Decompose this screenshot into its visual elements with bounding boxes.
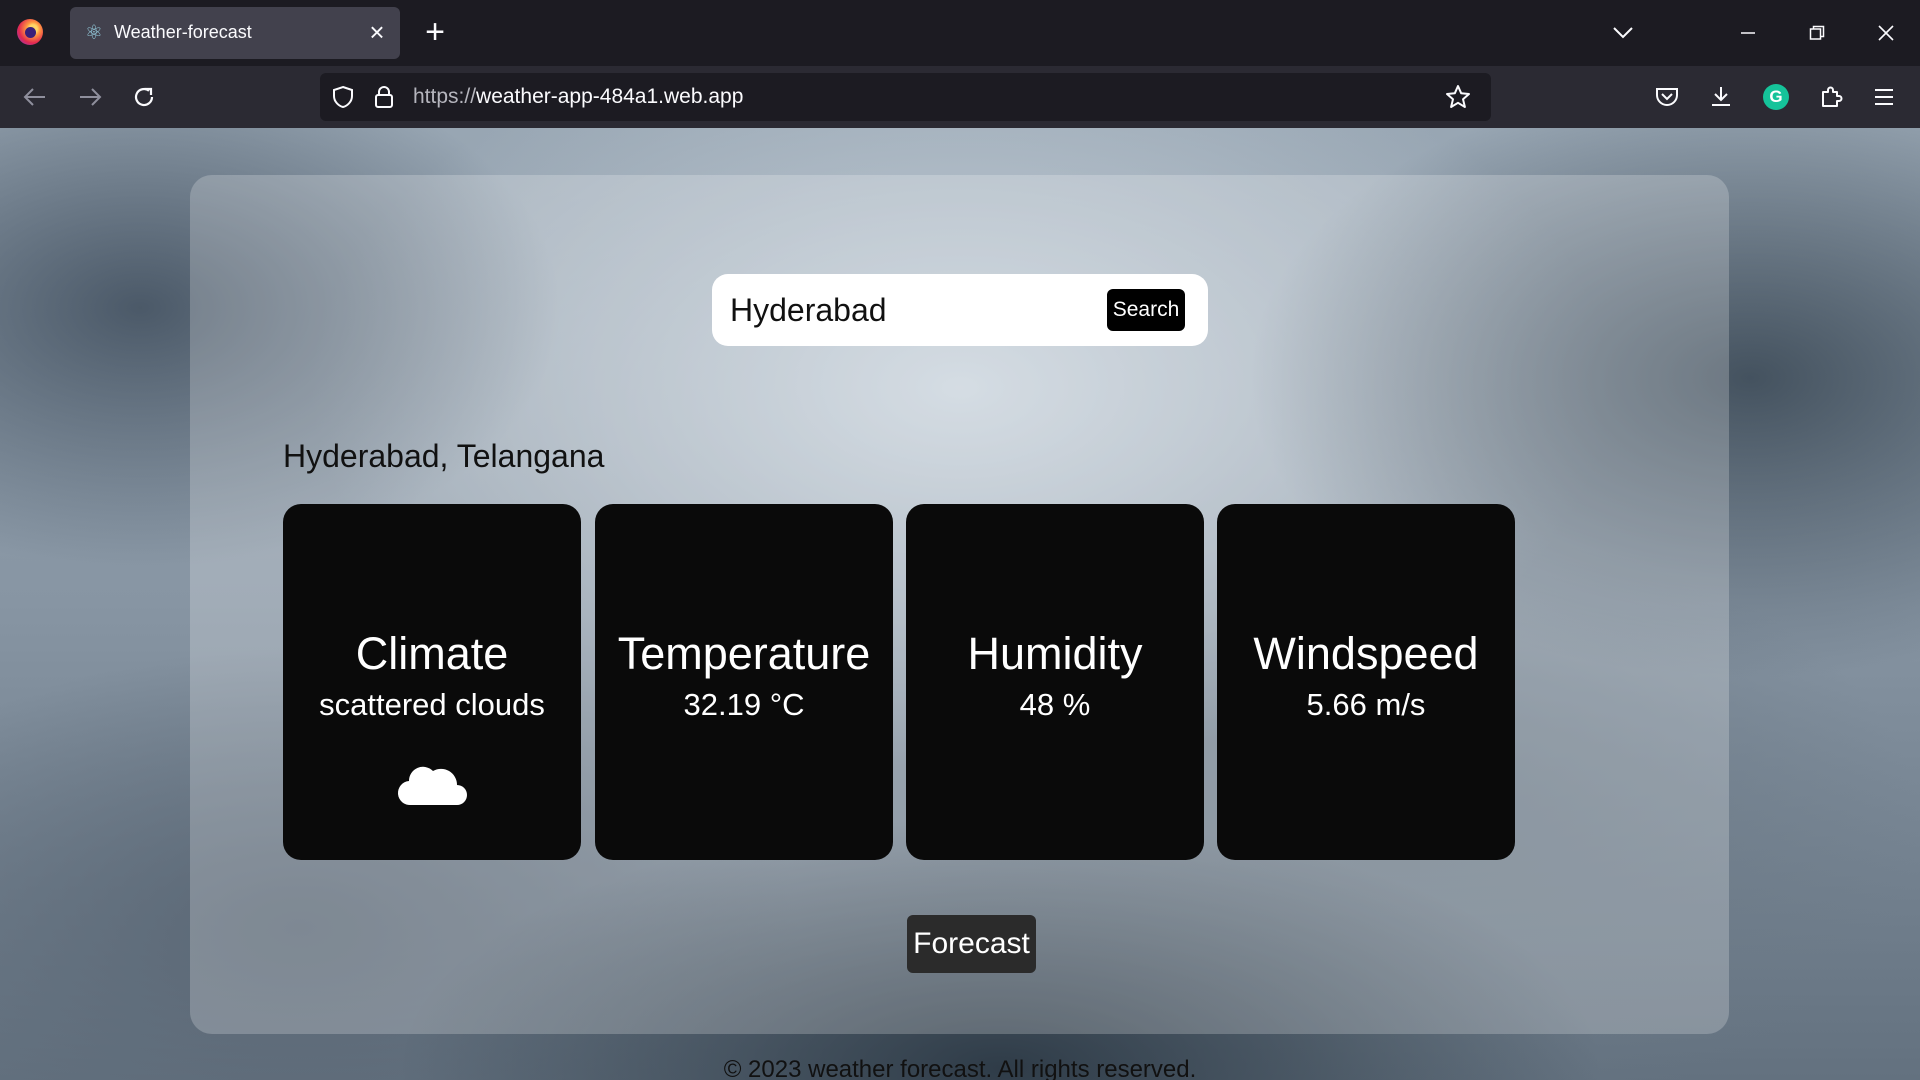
card-title: Humidity	[967, 628, 1143, 679]
address-bar[interactable]: https://weather-app-484a1.web.app	[320, 73, 1491, 121]
minimize-icon[interactable]	[1725, 10, 1771, 56]
card-value: 48 %	[1019, 687, 1091, 722]
restore-icon[interactable]	[1794, 10, 1840, 56]
firefox-logo-icon[interactable]	[17, 19, 43, 45]
temperature-card: Temperature 32.19 °C	[595, 504, 893, 860]
card-value: scattered clouds	[319, 687, 545, 722]
download-icon[interactable]	[1701, 77, 1741, 117]
card-value: 5.66 m/s	[1306, 687, 1426, 722]
footer-text: © 2023 weather forecast. All rights rese…	[723, 1056, 1197, 1080]
forward-arrow-icon[interactable]	[70, 77, 110, 117]
back-arrow-icon[interactable]	[15, 77, 55, 117]
card-title: Windspeed	[1253, 628, 1479, 679]
react-icon: ⚛	[85, 22, 103, 44]
card-title: Climate	[355, 628, 509, 679]
cloud-icon	[397, 766, 467, 806]
card-value: 32.19 °C	[683, 687, 805, 722]
location-heading: Hyderabad, Telangana	[283, 438, 605, 474]
reload-icon[interactable]	[124, 77, 164, 117]
climate-card: Climate scattered clouds	[283, 504, 581, 860]
puzzle-icon[interactable]	[1811, 77, 1851, 117]
lock-icon[interactable]	[369, 82, 399, 112]
tab-title: Weather-forecast	[114, 22, 252, 42]
search-box: Search	[712, 274, 1208, 346]
page-background: Search Hyderabad, Telangana Climate scat…	[0, 128, 1920, 1080]
star-icon[interactable]	[1443, 82, 1473, 112]
window-close-icon[interactable]	[1863, 10, 1909, 56]
browser-toolbar: https://weather-app-484a1.web.app G	[0, 66, 1920, 129]
grammarly-icon[interactable]: G	[1756, 77, 1796, 117]
humidity-card: Humidity 48 %	[906, 504, 1204, 860]
chevron-down-icon[interactable]	[1600, 10, 1646, 56]
card-title: Temperature	[617, 628, 871, 679]
plus-icon[interactable]: +	[418, 15, 452, 50]
url-text[interactable]: https://weather-app-484a1.web.app	[413, 85, 743, 109]
search-button[interactable]: Search	[1107, 289, 1185, 331]
pocket-icon[interactable]	[1647, 77, 1687, 117]
hamburger-menu-icon[interactable]	[1864, 77, 1904, 117]
browser-tab[interactable]: ⚛ Weather-forecast ×	[70, 7, 400, 59]
browser-tab-strip: ⚛ Weather-forecast × +	[0, 0, 1920, 66]
forecast-button[interactable]: Forecast	[907, 915, 1036, 973]
close-icon[interactable]: ×	[364, 19, 390, 45]
windspeed-card: Windspeed 5.66 m/s	[1217, 504, 1515, 860]
search-input[interactable]	[728, 286, 1092, 334]
shield-icon[interactable]	[328, 82, 358, 112]
